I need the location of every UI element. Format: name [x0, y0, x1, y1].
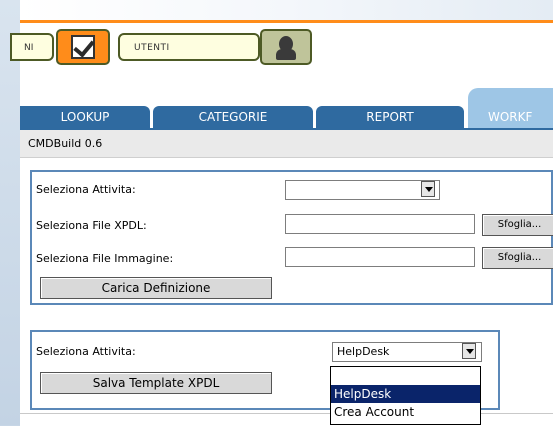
activity-label-2: Seleziona Attivita: — [36, 345, 136, 358]
module-bar: NI UTENTI — [10, 23, 553, 71]
user-body-icon — [276, 49, 296, 60]
browse-image-button[interactable]: Sfoglia... — [482, 247, 553, 269]
tab-lookup[interactable]: LOOKUP — [20, 106, 150, 128]
activity-label: Seleziona Attivita: — [36, 183, 136, 196]
dropdown-option-helpdesk[interactable]: HelpDesk — [331, 385, 480, 403]
definition-panel: Seleziona Attivita: Seleziona File XPDL:… — [30, 170, 553, 305]
load-definition-button[interactable]: Carica Definizione — [40, 277, 272, 299]
tab-bar: LOOKUP CATEGORIE REPORT WORKF — [20, 88, 553, 128]
utenti-label: UTENTI — [134, 43, 170, 53]
activity-select-2[interactable]: HelpDesk — [332, 342, 482, 362]
tab-report[interactable]: REPORT — [316, 106, 464, 128]
version-label: CMDBuild 0.6 — [20, 130, 553, 158]
utenti-button[interactable]: UTENTI — [118, 33, 260, 61]
page: NI UTENTI LOOKUP CATEGORIE REPORT WORKF … — [10, 0, 553, 426]
activity-dropdown-list[interactable]: HelpDesk Crea Account — [330, 366, 481, 425]
tab-workflow[interactable]: WORKF — [468, 88, 553, 128]
top-banner — [20, 0, 553, 20]
user-icon[interactable] — [260, 29, 312, 65]
browse-xpdl-button[interactable]: Sfoglia... — [482, 214, 553, 236]
save-template-button[interactable]: Salva Template XPDL — [40, 372, 272, 394]
module-button-partial-label: NI — [24, 43, 34, 53]
xpdl-file-input[interactable] — [285, 214, 475, 234]
xpdl-label: Seleziona File XPDL: — [36, 219, 147, 232]
chevron-down-icon[interactable] — [462, 343, 476, 359]
checkbox-icon — [71, 35, 95, 59]
image-file-input[interactable] — [285, 247, 475, 267]
module-button-partial[interactable]: NI — [10, 33, 54, 61]
image-label: Seleziona File Immagine: — [36, 252, 174, 265]
left-border — [0, 0, 20, 425]
dropdown-option-crea-account[interactable]: Crea Account — [331, 403, 480, 421]
tab-categorie[interactable]: CATEGORIE — [153, 106, 313, 128]
dropdown-option-blank[interactable] — [331, 367, 480, 385]
chevron-down-icon[interactable] — [421, 181, 435, 197]
activity-select[interactable] — [285, 180, 440, 200]
checklist-icon[interactable] — [56, 29, 110, 65]
